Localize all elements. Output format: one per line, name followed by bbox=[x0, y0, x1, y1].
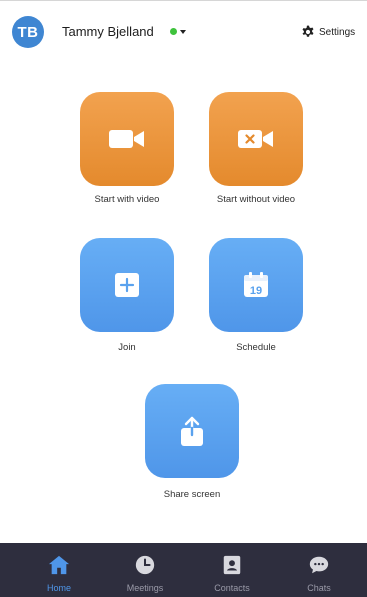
tab-chats-label: Chats bbox=[307, 583, 331, 593]
plus-icon bbox=[115, 273, 139, 297]
clock-icon bbox=[133, 553, 157, 577]
share-upload-icon bbox=[181, 416, 203, 446]
start-without-video-label: Start without video bbox=[216, 194, 296, 205]
bottom-tab-bar: Home Meetings Contacts Chats bbox=[0, 543, 367, 597]
schedule-label: Schedule bbox=[236, 342, 276, 353]
user-name: Tammy Bjelland bbox=[62, 24, 154, 39]
status-dropdown[interactable] bbox=[170, 28, 186, 35]
app-header: TB Tammy Bjelland Settings bbox=[0, 14, 367, 50]
tab-home-label: Home bbox=[46, 583, 71, 593]
schedule-button[interactable]: 19 bbox=[209, 238, 303, 332]
avatar[interactable]: TB bbox=[12, 16, 44, 48]
top-divider bbox=[0, 0, 367, 1]
start-without-video-button[interactable] bbox=[209, 92, 303, 186]
start-with-video-label: Start with video bbox=[94, 194, 160, 205]
status-dot-icon bbox=[170, 28, 177, 35]
tab-contacts-label: Contacts bbox=[214, 583, 250, 593]
join-label: Join bbox=[118, 342, 136, 353]
chat-bubble-icon bbox=[307, 553, 331, 577]
tab-home[interactable]: Home bbox=[14, 543, 104, 597]
tab-contacts[interactable]: Contacts bbox=[187, 543, 277, 597]
tab-meetings[interactable]: Meetings bbox=[100, 543, 190, 597]
tab-chats[interactable]: Chats bbox=[274, 543, 364, 597]
calendar-icon: 19 bbox=[244, 272, 268, 297]
settings-label: Settings bbox=[319, 26, 356, 38]
share-screen-label: Share screen bbox=[163, 489, 221, 500]
gear-icon bbox=[302, 25, 314, 37]
tab-meetings-label: Meetings bbox=[126, 583, 164, 593]
video-camera-icon bbox=[109, 130, 144, 148]
share-screen-button[interactable] bbox=[145, 384, 239, 478]
start-with-video-button[interactable] bbox=[80, 92, 174, 186]
calendar-day: 19 bbox=[250, 285, 262, 297]
settings-button[interactable]: Settings bbox=[301, 25, 355, 39]
join-button[interactable] bbox=[80, 238, 174, 332]
contact-card-icon bbox=[220, 553, 244, 577]
video-off-icon bbox=[238, 130, 273, 148]
home-icon bbox=[47, 553, 71, 577]
caret-down-icon bbox=[180, 30, 186, 34]
